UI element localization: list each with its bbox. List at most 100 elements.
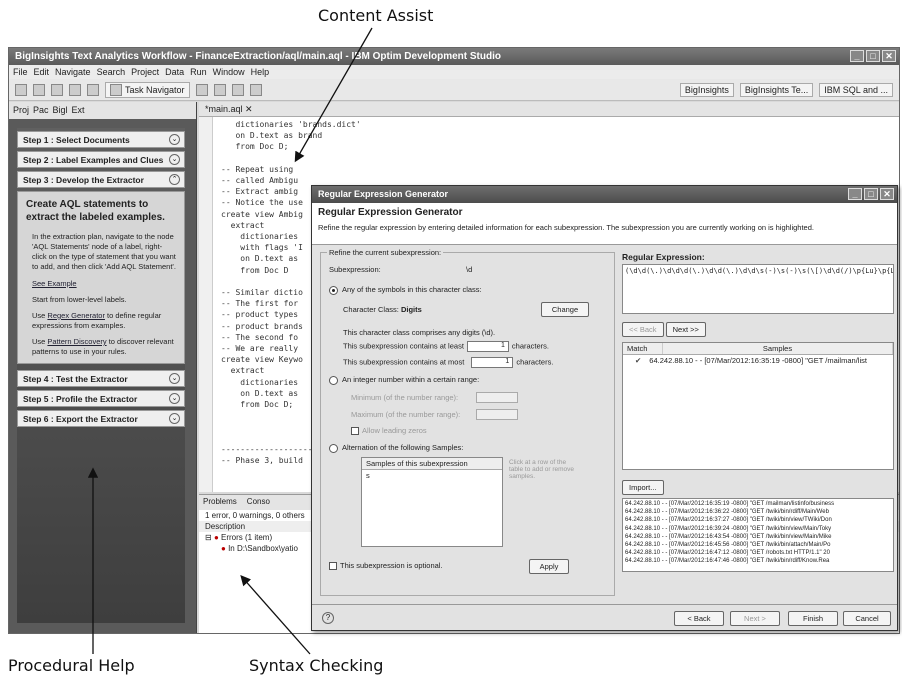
menu-data[interactable]: Data [165,67,184,77]
at-most-input[interactable]: 1 [471,357,514,368]
debug-icon[interactable] [213,83,226,96]
match-row[interactable]: ✔ 64.242.88.10 - - [07/Mar/2012:16:35:19 … [623,355,893,366]
expand-icon[interactable]: ⌄ [169,134,180,145]
step-tip: Start from lower-level labels. [32,294,127,304]
expand-icon[interactable]: ⌄ [169,154,180,165]
characters-label: characters. [511,341,550,351]
step-4[interactable]: Step 4 : Test the Extractor ⌄ [17,370,185,387]
refine-legend: Refine the current subexpression: [327,248,444,257]
dialog-minimize-button[interactable]: _ [848,188,862,200]
close-button[interactable]: ✕ [882,50,896,62]
print-icon[interactable] [51,83,63,96]
menu-file[interactable]: File [13,67,28,77]
menu-help[interactable]: Help [251,67,270,77]
minimum-input[interactable] [476,392,518,403]
subexpression-label: Subexpression: [329,265,381,274]
collapse-icon[interactable]: ⌃ [169,174,180,185]
tab-package[interactable]: Pac [33,105,49,116]
back-nav-button[interactable]: << Back [622,322,664,337]
tab-console[interactable]: Conso [247,497,270,508]
dialog-titlebar: Regular Expression Generator _ □ ✕ [312,186,897,203]
perspective-label: IBM SQL and ... [824,84,888,95]
characters-label: characters. [516,357,554,367]
maximize-button[interactable]: □ [866,50,880,62]
step-heading: Create AQL statements to extract the lab… [26,199,165,223]
perspective-biginsights-text[interactable]: BigInsights Te... [739,82,814,97]
save-icon[interactable] [33,83,45,96]
maximum-input[interactable] [476,409,518,420]
next-nav-button[interactable]: Next >> [665,322,706,337]
editor-tab[interactable]: *main.aql ✕ [199,102,899,117]
step-label: Step 2 : Label Examples and Clues [23,155,164,165]
expand-icon[interactable]: ⌄ [169,393,180,404]
match-column[interactable]: Match [623,343,663,354]
run-icon[interactable] [195,83,208,96]
regex-generator-dialog: Regular Expression Generator _ □ ✕ Regul… [311,185,898,631]
step-label: Step 3 : Develop the Extractor [23,175,144,185]
tab-extraction[interactable]: Ext [72,105,85,116]
step-2[interactable]: Step 2 : Label Examples and Clues ⌄ [17,151,185,168]
errors-label: Errors (1 item) [221,533,273,542]
see-example-link[interactable]: See Example [32,279,77,288]
finish-button[interactable]: Finish [788,611,838,626]
help-icon[interactable]: ? [322,612,334,624]
back-icon[interactable] [69,83,81,96]
minimize-button[interactable]: _ [850,50,864,62]
search-icon[interactable] [231,83,244,96]
footer-back-button[interactable]: < Back [674,611,724,626]
workflow-steps: Step 1 : Select Documents ⌄ Step 2 : Labe… [17,128,185,623]
tab-problems[interactable]: Problems [203,497,237,508]
expand-icon[interactable]: ⌄ [169,373,180,384]
samples-match-table[interactable]: Match Samples ✔ 64.242.88.10 - - [07/Mar/… [622,342,894,470]
menu-run[interactable]: Run [190,67,207,77]
at-most-label: This subexpression contains at most [343,357,465,367]
samples-subexpression-row[interactable]: s [362,470,502,481]
regex-generator-link[interactable]: Regex Generator [47,311,105,320]
alternation-radio[interactable]: Alternation of the following Samples: [329,443,463,453]
at-least-label: This subexpression contains at least [343,341,464,351]
change-button[interactable]: Change [541,302,589,317]
step-3[interactable]: Step 3 : Develop the Extractor ⌃ [17,171,185,188]
perspective-label: BigInsights [684,84,729,95]
pattern-discovery-link[interactable]: Pattern Discovery [47,337,106,346]
menu-window[interactable]: Window [213,67,245,77]
forward-icon[interactable] [87,83,99,96]
task-navigator-icon [110,83,122,96]
step-6[interactable]: Step 6 : Export the Extractor ⌄ [17,410,185,427]
any-symbols-radio[interactable]: Any of the symbols in this character cla… [329,285,482,295]
task-navigator-button[interactable]: Task Navigator [105,81,190,98]
cancel-button[interactable]: Cancel [843,611,891,626]
regex-panel: Regular Expression: (\d\d(\.)\d\d\d(\.)\… [622,252,894,596]
perspective-ibm-sql[interactable]: IBM SQL and ... [819,82,893,97]
perspective-biginsights[interactable]: BigInsights [679,82,734,97]
step-1[interactable]: Step 1 : Select Documents ⌄ [17,131,185,148]
menu-project[interactable]: Project [131,67,159,77]
apply-button[interactable]: Apply [529,559,569,574]
tab-biginsights[interactable]: Bigl [53,105,68,116]
menu-navigate[interactable]: Navigate [55,67,91,77]
optional-checkbox[interactable]: This subexpression is optional. [329,561,443,571]
samples-subexpression-table[interactable]: Samples of this subexpression s [361,457,503,547]
samples-column[interactable]: Samples [663,343,893,354]
samples-subexpression-header: Samples of this subexpression [362,458,502,470]
step-5[interactable]: Step 5 : Profile the Extractor ⌄ [17,390,185,407]
menu-search[interactable]: Search [97,67,126,77]
integer-range-radio[interactable]: An integer number within a certain range… [329,375,479,385]
dialog-close-button[interactable]: ✕ [880,188,894,200]
leading-zeros-checkbox[interactable]: Allow leading zeros [351,426,427,436]
database-icon[interactable] [249,83,262,96]
sample-line: 64.242.88.10 - - [07/Mar/2012:16:36:22 -… [625,509,829,516]
content-assist-callout: Content Assist [318,6,434,25]
at-least-input[interactable]: 1 [466,341,509,352]
footer-next-button[interactable]: Next > [730,611,780,626]
new-icon[interactable] [15,83,27,96]
step-label: Step 1 : Select Documents [23,135,130,145]
expand-icon[interactable]: ⌄ [169,413,180,424]
dialog-maximize-button[interactable]: □ [864,188,878,200]
tab-project[interactable]: Proj [13,105,29,116]
menu-edit[interactable]: Edit [34,67,50,77]
sample-line: 64.242.88.10 - - [07/Mar/2012:16:47:46 -… [625,558,830,565]
regex-output[interactable]: (\d\d(\.)\d\d\d(\.)\d\d(\.)\d\d\s(-)\s(-… [622,264,894,314]
sample-log-list[interactable]: 64.242.88.10 - - [07/Mar/2012:16:35:19 -… [622,498,894,572]
import-button[interactable]: Import... [622,480,664,495]
